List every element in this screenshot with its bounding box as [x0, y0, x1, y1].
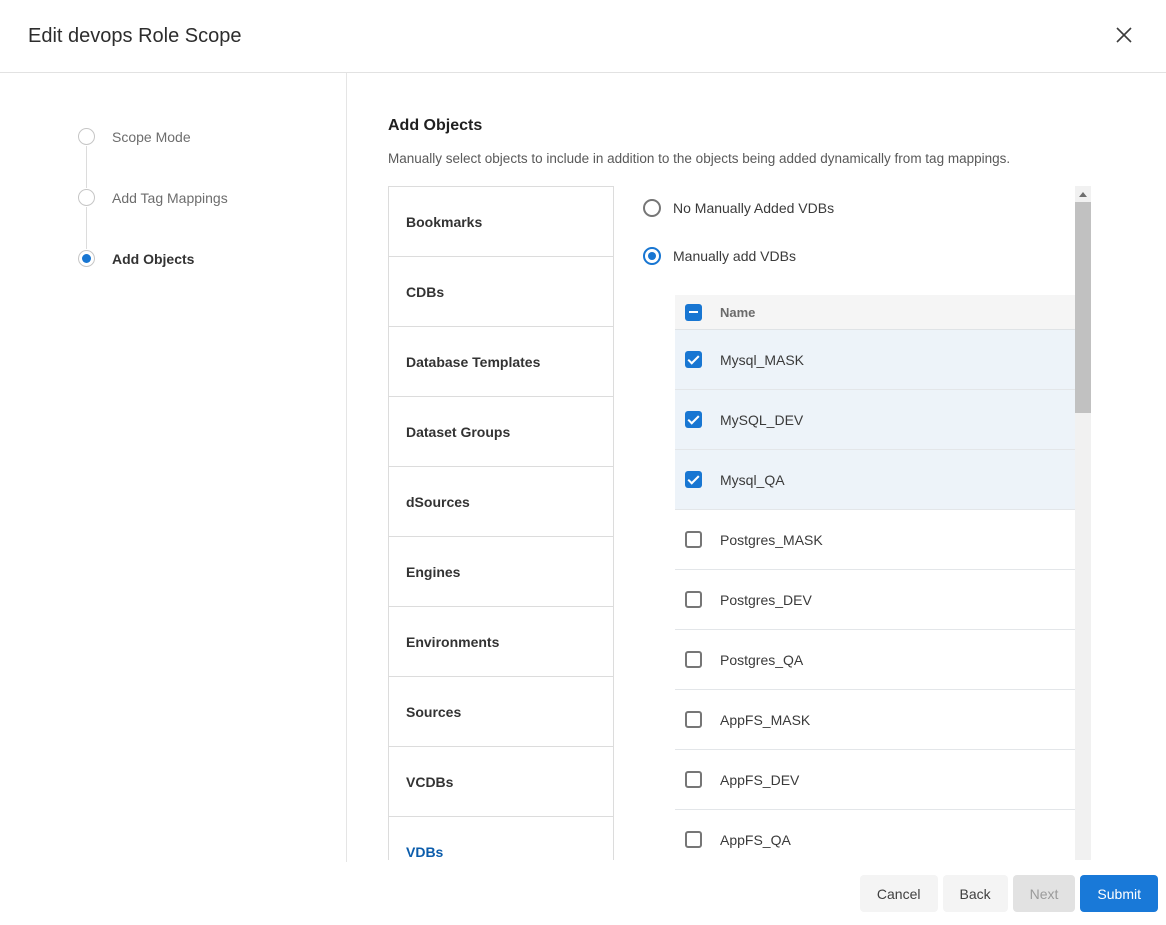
stepper-step-add-objects[interactable]: Add Objects: [78, 250, 346, 267]
step-label: Add Tag Mappings: [112, 190, 228, 206]
step-circle-icon: [78, 128, 95, 145]
table-row[interactable]: Mysql_MASK: [675, 330, 1075, 390]
table-row[interactable]: AppFS_DEV: [675, 750, 1075, 810]
content-row: Bookmarks CDBs Database Templates Datase…: [388, 186, 1166, 860]
dialog-header: Edit devops Role Scope: [0, 0, 1166, 73]
category-item-cdbs[interactable]: CDBs: [389, 257, 613, 327]
submit-button[interactable]: Submit: [1080, 875, 1158, 912]
row-name: AppFS_QA: [720, 832, 791, 848]
category-label: Environments: [406, 634, 499, 650]
row-name: AppFS_MASK: [720, 712, 810, 728]
category-item-engines[interactable]: Engines: [389, 537, 613, 607]
scrollbar-thumb[interactable]: [1075, 202, 1091, 413]
object-category-list: Bookmarks CDBs Database Templates Datase…: [388, 186, 614, 860]
category-label: Database Templates: [406, 354, 540, 370]
scrollbar-up-arrow-icon[interactable]: [1075, 186, 1091, 202]
row-name: MySQL_DEV: [720, 412, 803, 428]
category-item-environments[interactable]: Environments: [389, 607, 613, 677]
main-panel: Add Objects Manually select objects to i…: [347, 73, 1166, 862]
table-row[interactable]: Postgres_QA: [675, 630, 1075, 690]
stepper: Scope Mode Add Tag Mappings Add Objects: [0, 73, 347, 862]
row-name: Postgres_DEV: [720, 592, 812, 608]
row-checkbox[interactable]: [685, 831, 702, 848]
close-icon: [1114, 25, 1134, 48]
category-item-sources[interactable]: Sources: [389, 677, 613, 747]
table-row[interactable]: Postgres_MASK: [675, 510, 1075, 570]
row-checkbox[interactable]: [685, 771, 702, 788]
column-header-name: Name: [720, 305, 755, 320]
row-name: Mysql_QA: [720, 472, 785, 488]
row-checkbox[interactable]: [685, 651, 702, 668]
step-circle-icon: [78, 250, 95, 267]
category-label: CDBs: [406, 284, 444, 300]
step-label: Scope Mode: [112, 129, 191, 145]
table-row[interactable]: AppFS_MASK: [675, 690, 1075, 750]
radio-option[interactable]: Manually add VDBs: [643, 247, 1091, 265]
category-label: Dataset Groups: [406, 424, 510, 440]
row-checkbox[interactable]: [685, 711, 702, 728]
category-label: VCDBs: [406, 774, 453, 790]
radio-icon: [643, 247, 661, 265]
radio-icon: [643, 199, 661, 217]
category-item-dataset-groups[interactable]: Dataset Groups: [389, 397, 613, 467]
radio-label: Manually add VDBs: [673, 248, 796, 264]
radio-label: No Manually Added VDBs: [673, 200, 834, 216]
cancel-button[interactable]: Cancel: [860, 875, 938, 912]
close-button[interactable]: [1110, 22, 1138, 50]
vdb-radio-group: No Manually Added VDBs Manually add VDBs: [638, 186, 1091, 265]
row-checkbox[interactable]: [685, 591, 702, 608]
page-title: Add Objects: [388, 117, 1166, 135]
select-all-checkbox[interactable]: [685, 304, 702, 321]
category-item-vdbs[interactable]: VDBs: [389, 817, 613, 860]
vdb-table: Name Mysql_MASK MySQL_DEV: [675, 295, 1075, 860]
stepper-step-scope-mode[interactable]: Scope Mode: [78, 128, 346, 145]
category-item-bookmarks[interactable]: Bookmarks: [389, 187, 613, 257]
back-button[interactable]: Back: [943, 875, 1008, 912]
dialog-body: Scope Mode Add Tag Mappings Add Objects …: [0, 73, 1166, 862]
row-checkbox[interactable]: [685, 531, 702, 548]
table-row[interactable]: MySQL_DEV: [675, 390, 1075, 450]
row-checkbox[interactable]: [685, 351, 702, 368]
vdb-selection-area: No Manually Added VDBs Manually add VDBs…: [638, 186, 1091, 860]
category-label: Bookmarks: [406, 214, 482, 230]
category-label: dSources: [406, 494, 470, 510]
row-name: AppFS_DEV: [720, 772, 799, 788]
category-item-database-templates[interactable]: Database Templates: [389, 327, 613, 397]
category-label: VDBs: [406, 844, 443, 860]
dialog-footer: CancelBackNextSubmit: [0, 862, 1166, 925]
row-checkbox[interactable]: [685, 471, 702, 488]
table-header-row: Name: [675, 295, 1075, 330]
scrollbar[interactable]: [1075, 186, 1091, 860]
row-name: Postgres_MASK: [720, 532, 823, 548]
next-button: Next: [1013, 875, 1076, 912]
category-label: Engines: [406, 564, 460, 580]
category-item-dsources[interactable]: dSources: [389, 467, 613, 537]
category-item-vcdbs[interactable]: VCDBs: [389, 747, 613, 817]
row-name: Postgres_QA: [720, 652, 803, 668]
row-checkbox[interactable]: [685, 411, 702, 428]
table-row[interactable]: AppFS_QA: [675, 810, 1075, 860]
row-name: Mysql_MASK: [720, 352, 804, 368]
table-body: Mysql_MASK MySQL_DEV Mysql_QA Postgres_M…: [675, 330, 1075, 860]
step-circle-icon: [78, 189, 95, 206]
table-row[interactable]: Postgres_DEV: [675, 570, 1075, 630]
table-row[interactable]: Mysql_QA: [675, 450, 1075, 510]
page-description: Manually select objects to include in ad…: [388, 151, 1166, 166]
radio-option[interactable]: No Manually Added VDBs: [643, 199, 1091, 217]
dialog-title: Edit devops Role Scope: [28, 25, 241, 48]
stepper-step-add-tag-mappings[interactable]: Add Tag Mappings: [78, 189, 346, 206]
category-label: Sources: [406, 704, 461, 720]
step-label: Add Objects: [112, 251, 194, 267]
